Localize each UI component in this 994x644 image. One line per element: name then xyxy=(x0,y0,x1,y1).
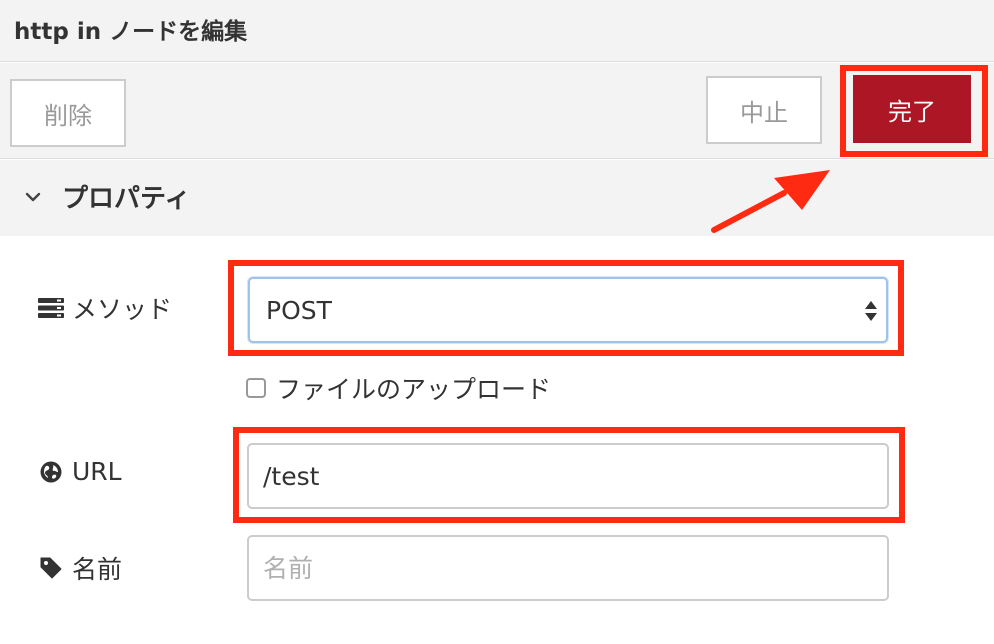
method-label: メソッド xyxy=(38,290,172,326)
tag-icon xyxy=(38,556,64,580)
delete-button[interactable]: 削除 xyxy=(10,79,126,147)
method-label-text: メソッド xyxy=(72,295,173,324)
server-list-icon xyxy=(38,296,64,320)
upload-checkbox[interactable] xyxy=(246,378,266,398)
globe-icon xyxy=(38,460,64,484)
name-label-text: 名前 xyxy=(72,555,123,584)
dialog-title-bar: http in ノードを編集 xyxy=(0,0,994,62)
method-select-value: POST xyxy=(266,296,332,325)
annotation-arrow-icon xyxy=(711,170,830,233)
dialog-toolbar: 削除 中止 完了 xyxy=(0,63,994,159)
url-input[interactable] xyxy=(247,443,889,509)
method-select[interactable]: POST xyxy=(248,277,888,343)
url-label: URL xyxy=(38,457,122,486)
sort-arrows-icon xyxy=(864,297,878,325)
name-input[interactable] xyxy=(247,535,889,601)
dialog-title: http in ノードを編集 xyxy=(14,19,248,45)
url-label-text: URL xyxy=(72,457,122,486)
chevron-down-icon[interactable] xyxy=(22,186,44,208)
done-button[interactable]: 完了 xyxy=(853,75,971,143)
upload-checkbox-row[interactable]: ファイルのアップロード xyxy=(246,370,551,406)
upload-checkbox-label: ファイルのアップロード xyxy=(276,375,552,404)
name-label: 名前 xyxy=(38,550,122,586)
cancel-button[interactable]: 中止 xyxy=(706,76,822,144)
properties-section-title: プロパティ xyxy=(62,184,191,214)
